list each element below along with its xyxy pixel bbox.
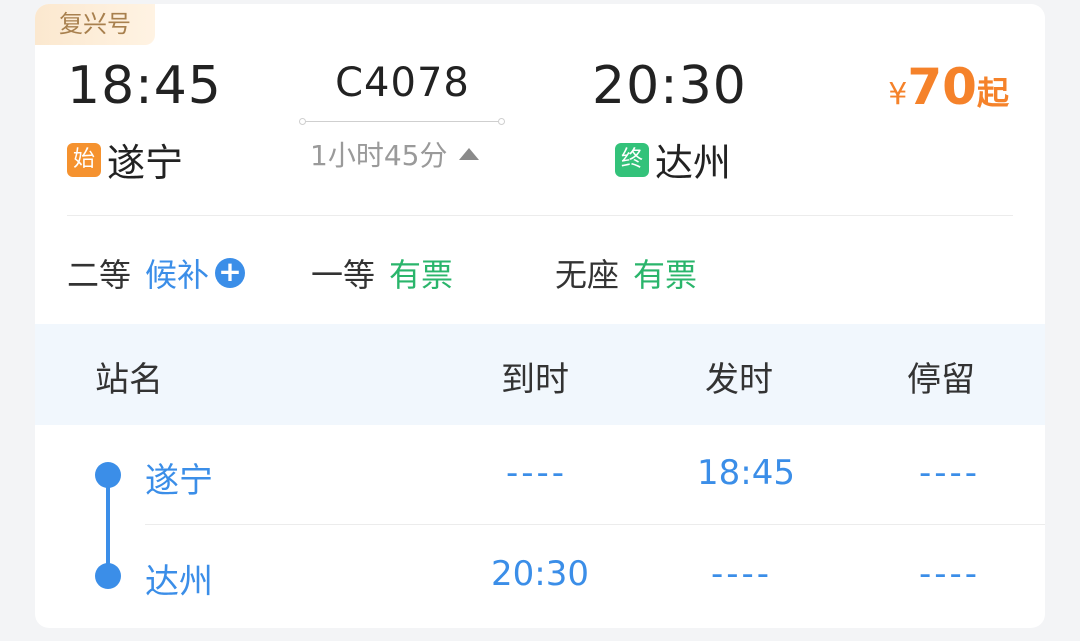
stop-depart: 18:45 (697, 453, 795, 493)
header-stay: 停留 (907, 360, 975, 400)
stop-arrive: ---- (506, 453, 568, 493)
add-waitlist-icon[interactable]: + (215, 258, 246, 288)
price: ¥ 70 起 (888, 58, 1009, 116)
stop-arrive: 20:30 (491, 554, 589, 594)
train-number: C4078 (335, 60, 470, 106)
caret-up-icon (459, 148, 480, 160)
header-arrive: 到时 (501, 360, 569, 400)
seat-status: 候补 (145, 256, 210, 294)
train-card[interactable]: 复兴号 18:45 始 遂宁 C4078 1小时45分 20:30 终 达州 ¥… (35, 4, 1045, 628)
seat-class-label: 一等 (311, 256, 376, 294)
stop-stay: ---- (919, 554, 981, 594)
departure-station: 始 遂宁 (67, 132, 183, 187)
table-row: 遂宁 ---- 18:45 ---- (35, 425, 1045, 525)
duration-toggle[interactable]: 1小时45分 (310, 134, 480, 174)
seat-class-label: 二等 (67, 256, 132, 294)
arrival-time: 20:30 (592, 56, 747, 116)
stop-stay: ---- (919, 453, 981, 493)
stop-dot-icon (95, 462, 121, 488)
seat-second-class[interactable]: 二等 候补 + (67, 250, 246, 296)
price-suffix: 起 (976, 74, 1009, 112)
seat-no-seat[interactable]: 无座 有票 (555, 250, 697, 296)
departure-station-name: 遂宁 (107, 141, 184, 185)
stop-station: 遂宁 (145, 461, 213, 501)
start-tag: 始 (67, 142, 101, 177)
arrival-station: 终 达州 (615, 132, 731, 187)
stop-dot-icon (95, 563, 121, 589)
end-tag: 终 (615, 142, 649, 177)
arrival-station-name: 达州 (655, 141, 732, 185)
divider (67, 215, 1013, 216)
duration-text: 1小时45分 (310, 139, 448, 172)
row-divider (145, 524, 1045, 525)
table-row: 达州 20:30 ---- ---- (35, 526, 1045, 626)
price-amount: 70 (907, 58, 977, 116)
header-station: 站名 (95, 360, 163, 400)
header-depart: 发时 (705, 360, 773, 400)
seat-class-label: 无座 (555, 256, 620, 294)
seat-status: 有票 (633, 256, 698, 294)
seat-status: 有票 (389, 256, 454, 294)
route-line (299, 118, 505, 125)
train-type-badge: 复兴号 (35, 4, 155, 45)
stop-depart: ---- (711, 554, 773, 594)
departure-time: 18:45 (67, 56, 222, 116)
price-symbol: ¥ (888, 77, 908, 112)
seat-first-class[interactable]: 一等 有票 (311, 250, 453, 296)
stops-table-header: 站名 到时 发时 停留 (35, 324, 1045, 425)
stop-station: 达州 (145, 562, 213, 602)
